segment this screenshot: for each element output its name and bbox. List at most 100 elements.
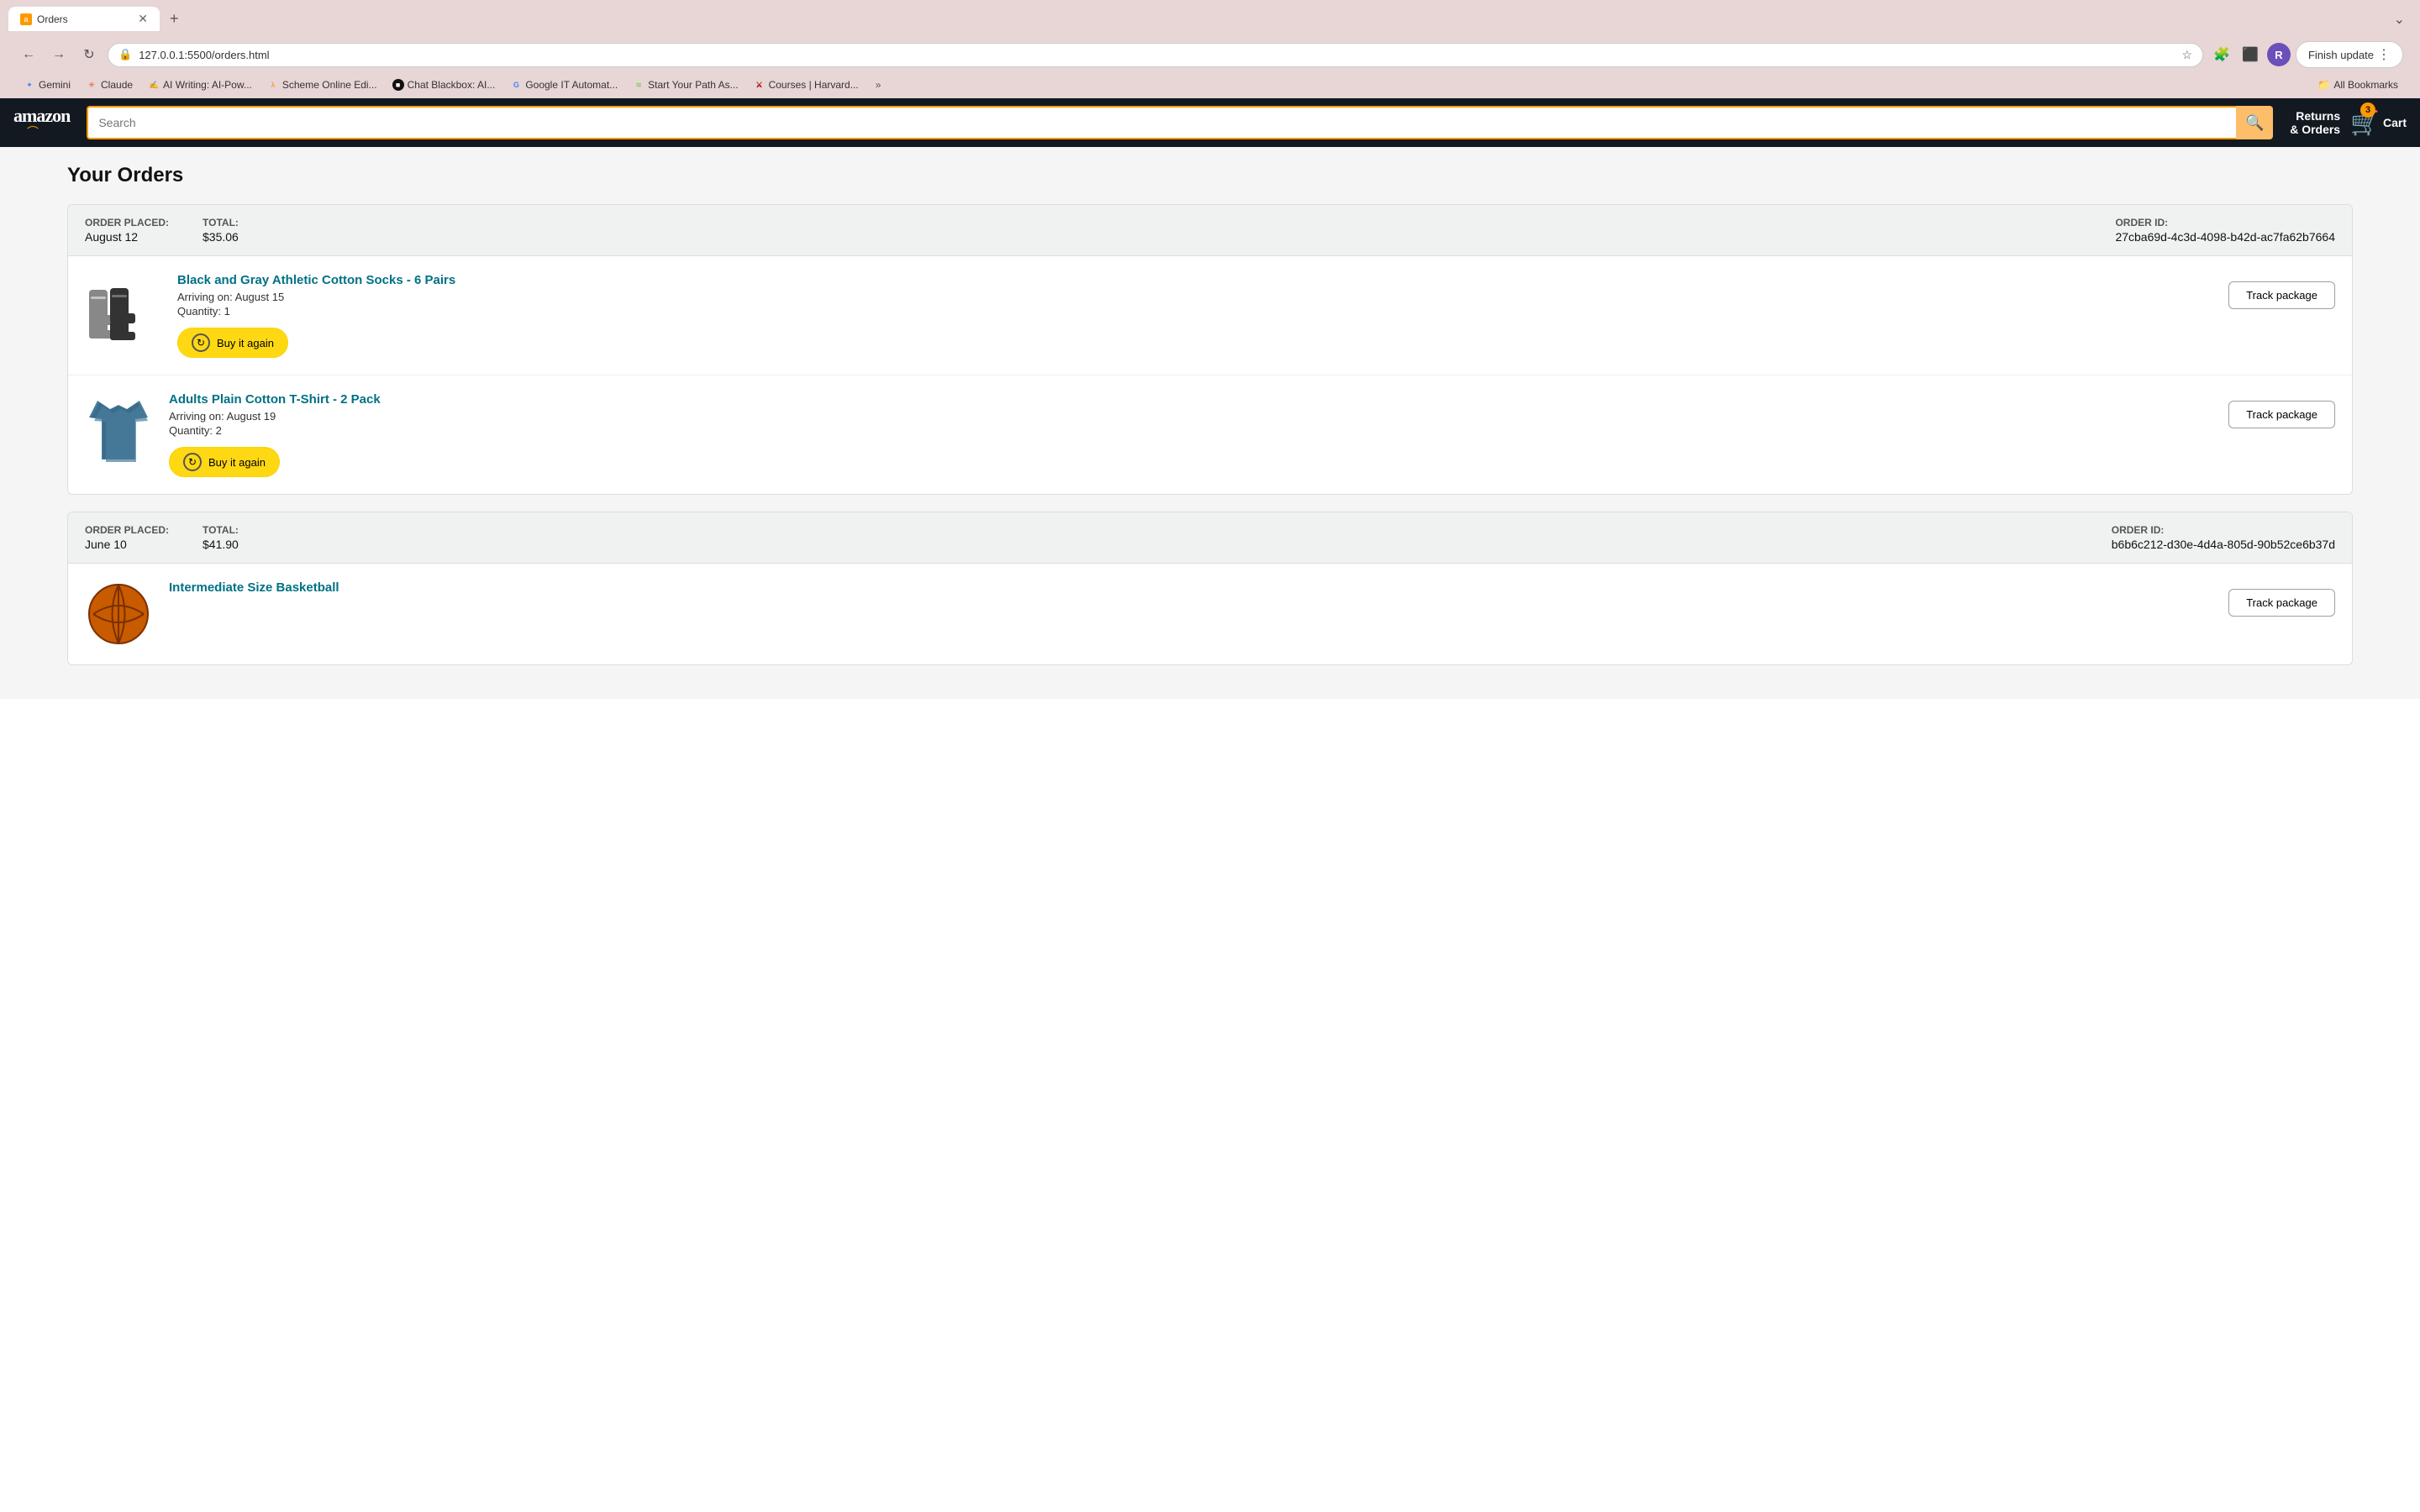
- address-bar: 🔒 ☆: [108, 43, 2203, 67]
- active-tab[interactable]: a Orders ✕: [8, 7, 160, 31]
- basketball-product-name[interactable]: Intermediate Size Basketball: [169, 580, 2212, 595]
- basketball-track-package-button[interactable]: Track package: [2228, 589, 2335, 617]
- bookmark-blackbox-label: Chat Blackbox: AI...: [408, 79, 496, 91]
- bookmark-start-path-label: Start Your Path As...: [648, 79, 738, 91]
- bookmark-google-it-label: Google IT Automat...: [525, 79, 618, 91]
- bookmark-claude[interactable]: ✳ Claude: [79, 76, 139, 93]
- tshirt-buy-again-label: Buy it again: [208, 456, 266, 469]
- google-it-favicon: G: [510, 79, 522, 91]
- bookmark-start-path[interactable]: ≋ Start Your Path As...: [626, 76, 744, 93]
- basketball-product-image: [85, 580, 152, 648]
- profile-button[interactable]: R: [2267, 43, 2291, 66]
- order-placed-label-2: Order Placed:: [85, 524, 169, 536]
- scheme-favicon: λ: [267, 79, 279, 91]
- bookmark-claude-label: Claude: [101, 79, 133, 91]
- order-1-header: Order Placed: August 12 Total: $35.06 Or…: [68, 205, 2352, 256]
- order-id-value-1: 27cba69d-4c3d-4098-b42d-ac7fa62b7664: [2115, 230, 2335, 244]
- order-total-label-2: Total:: [203, 524, 239, 536]
- gemini-favicon: ✦: [24, 79, 35, 91]
- cast-button[interactable]: ⬛: [2238, 43, 2262, 66]
- finish-update-button[interactable]: Finish update ⋮: [2296, 41, 2403, 68]
- socks-product-image: [85, 273, 160, 349]
- socks-track-package-button[interactable]: Track package: [2228, 281, 2335, 309]
- order-card-2: Order Placed: June 10 Total: $41.90 Orde…: [67, 512, 2353, 665]
- buy-again-icon-2: ↻: [183, 453, 202, 471]
- order-1-id: Order ID: 27cba69d-4c3d-4098-b42d-ac7fa6…: [2115, 217, 2335, 244]
- order-item-socks: Black and Gray Athletic Cotton Socks - 6…: [68, 256, 2352, 375]
- socks-product-name[interactable]: Black and Gray Athletic Cotton Socks - 6…: [177, 273, 2212, 287]
- basketball-track-area: Track package: [2228, 580, 2335, 617]
- url-input[interactable]: [139, 49, 2175, 61]
- bookmark-google-it[interactable]: G Google IT Automat...: [503, 76, 624, 93]
- search-bar: 🔍: [87, 106, 2273, 139]
- tshirt-track-package-button[interactable]: Track package: [2228, 401, 2335, 428]
- tshirt-arriving: Arriving on: August 19: [169, 410, 2212, 423]
- start-path-favicon: ≋: [633, 79, 644, 91]
- amazon-logo-text: amazon: [13, 105, 70, 127]
- cart-label: Cart: [2383, 116, 2407, 129]
- order-2-total: Total: $41.90: [203, 524, 239, 551]
- order-item-basketball: Intermediate Size Basketball Track packa…: [68, 564, 2352, 664]
- order-2-placed: Order Placed: June 10: [85, 524, 169, 551]
- extensions-button[interactable]: 🧩: [2210, 43, 2233, 66]
- forward-button[interactable]: →: [47, 43, 71, 66]
- order-total-value-2: $41.90: [203, 538, 239, 551]
- tshirt-quantity: Quantity: 2: [169, 424, 2212, 437]
- tshirt-product-image: [85, 392, 152, 468]
- order-2-id: Order ID: b6b6c212-d30e-4d4a-805d-90b52c…: [2112, 524, 2335, 551]
- harvard-favicon: ⚔: [754, 79, 765, 91]
- bookmarks-more-button[interactable]: »: [871, 76, 886, 93]
- order-total-value-1: $35.06: [203, 230, 239, 244]
- order-1-placed: Order Placed: August 12: [85, 217, 169, 244]
- bookmark-scheme[interactable]: λ Scheme Online Edi...: [260, 76, 384, 93]
- socks-track-area: Track package: [2228, 273, 2335, 309]
- socks-product-info: Black and Gray Athletic Cotton Socks - 6…: [177, 273, 2212, 358]
- bookmark-gemini-label: Gemini: [39, 79, 71, 91]
- bookmark-blackbox[interactable]: ■ Chat Blackbox: AI...: [386, 76, 502, 93]
- amazon-logo[interactable]: amazon ⌒: [13, 105, 70, 140]
- address-bar-row: ← → ↻ 🔒 ☆ 🧩 ⬛ R Finish update ⋮: [8, 36, 2412, 73]
- bookmark-gemini[interactable]: ✦ Gemini: [17, 76, 77, 93]
- cart-count-badge: 3: [2360, 102, 2375, 118]
- bookmark-harvard[interactable]: ⚔ Courses | Harvard...: [747, 76, 865, 93]
- page-title: Your Orders: [67, 164, 2353, 187]
- search-input[interactable]: [87, 106, 2236, 139]
- amazon-logo-arrow: ⌒: [27, 123, 39, 140]
- socks-quantity: Quantity: 1: [177, 305, 2212, 318]
- tshirt-buy-again-button[interactable]: ↻ Buy it again: [169, 447, 280, 477]
- lock-icon: 🔒: [118, 48, 132, 61]
- reload-button[interactable]: ↻: [77, 43, 101, 66]
- bookmark-star-icon[interactable]: ☆: [2182, 48, 2193, 62]
- socks-buy-again-button[interactable]: ↻ Buy it again: [177, 328, 288, 358]
- new-tab-button[interactable]: +: [163, 7, 186, 31]
- order-card-1: Order Placed: August 12 Total: $35.06 Or…: [67, 204, 2353, 495]
- order-id-label-2: Order ID:: [2112, 524, 2335, 536]
- order-id-value-2: b6b6c212-d30e-4d4a-805d-90b52ce6b37d: [2112, 538, 2335, 551]
- order-1-total: Total: $35.06: [203, 217, 239, 244]
- search-button[interactable]: 🔍: [2236, 106, 2273, 139]
- tab-dropdown-button[interactable]: ⌄: [2387, 8, 2412, 31]
- returns-orders-button[interactable]: Returns & Orders: [2290, 109, 2340, 136]
- tab-close-button[interactable]: ✕: [138, 12, 148, 26]
- order-total-label-1: Total:: [203, 217, 239, 228]
- cart-button[interactable]: 🛒 3 Cart: [2350, 109, 2407, 137]
- back-button[interactable]: ←: [17, 43, 40, 66]
- tshirt-product-name[interactable]: Adults Plain Cotton T-Shirt - 2 Pack: [169, 392, 2212, 407]
- returns-label: Returns: [2290, 109, 2340, 123]
- tshirt-track-area: Track package: [2228, 392, 2335, 428]
- all-bookmarks-button[interactable]: 📁 All Bookmarks: [2312, 76, 2403, 93]
- bookmark-scheme-label: Scheme Online Edi...: [282, 79, 377, 91]
- more-options-icon: ⋮: [2377, 46, 2391, 63]
- order-item-tshirt: Adults Plain Cotton T-Shirt - 2 Pack Arr…: [68, 375, 2352, 494]
- ai-writing-favicon: ✍: [148, 79, 160, 91]
- bookmark-ai-writing-label: AI Writing: AI-Pow...: [163, 79, 252, 91]
- order-placed-value-2: June 10: [85, 538, 169, 551]
- basketball-product-info: Intermediate Size Basketball: [169, 580, 2212, 598]
- claude-favicon: ✳: [86, 79, 97, 91]
- tab-favicon: a: [20, 13, 32, 25]
- finish-update-label: Finish update: [2308, 49, 2374, 61]
- bookmark-ai-writing[interactable]: ✍ AI Writing: AI-Pow...: [141, 76, 259, 93]
- tab-label: Orders: [37, 13, 68, 25]
- order-2-header: Order Placed: June 10 Total: $41.90 Orde…: [68, 512, 2352, 564]
- orders-label: & Orders: [2290, 123, 2340, 136]
